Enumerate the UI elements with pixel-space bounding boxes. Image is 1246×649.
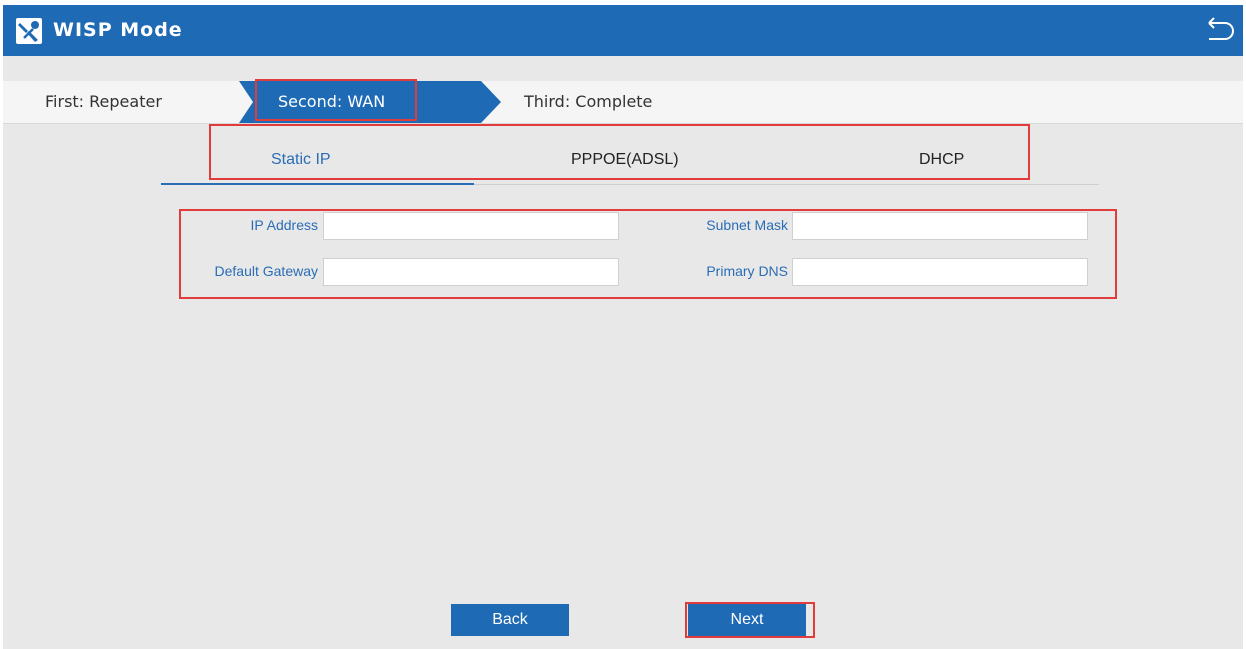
next-button[interactable]: Next	[688, 604, 806, 636]
primary-dns-input[interactable]	[792, 258, 1088, 286]
step-first-repeater: First: Repeater	[45, 92, 162, 111]
default-gateway-label: Default Gateway	[214, 263, 319, 279]
back-button[interactable]: Back	[451, 604, 569, 636]
tab-dhcp[interactable]: DHCP	[919, 151, 964, 169]
ip-address-label: IP Address	[250, 217, 318, 233]
step-third-complete: Third: Complete	[524, 92, 653, 111]
ip-address-input[interactable]	[323, 212, 619, 240]
tab-static-ip[interactable]: Static IP	[271, 151, 331, 169]
app-frame: WISP Mode First: Repeater Second: WAN Th…	[3, 5, 1243, 649]
default-gateway-input[interactable]	[323, 258, 619, 286]
step-second-wan: Second: WAN	[278, 92, 386, 111]
connection-type-tabs: Static IP PPPOE(ADSL) DHCP	[161, 133, 1099, 185]
page-title: WISP Mode	[53, 19, 183, 41]
undo-arrow-icon[interactable]	[1203, 15, 1235, 45]
header-bar: WISP Mode	[3, 5, 1243, 56]
subnet-mask-input[interactable]	[792, 212, 1088, 240]
subnet-mask-label: Subnet Mask	[706, 217, 788, 233]
wizard-steps: First: Repeater Second: WAN Third: Compl…	[3, 81, 1243, 124]
tab-pppoe[interactable]: PPPOE(ADSL)	[571, 151, 679, 169]
primary-dns-label: Primary DNS	[706, 263, 788, 279]
active-tab-indicator	[161, 183, 474, 185]
wrench-screwdriver-icon	[16, 18, 42, 44]
